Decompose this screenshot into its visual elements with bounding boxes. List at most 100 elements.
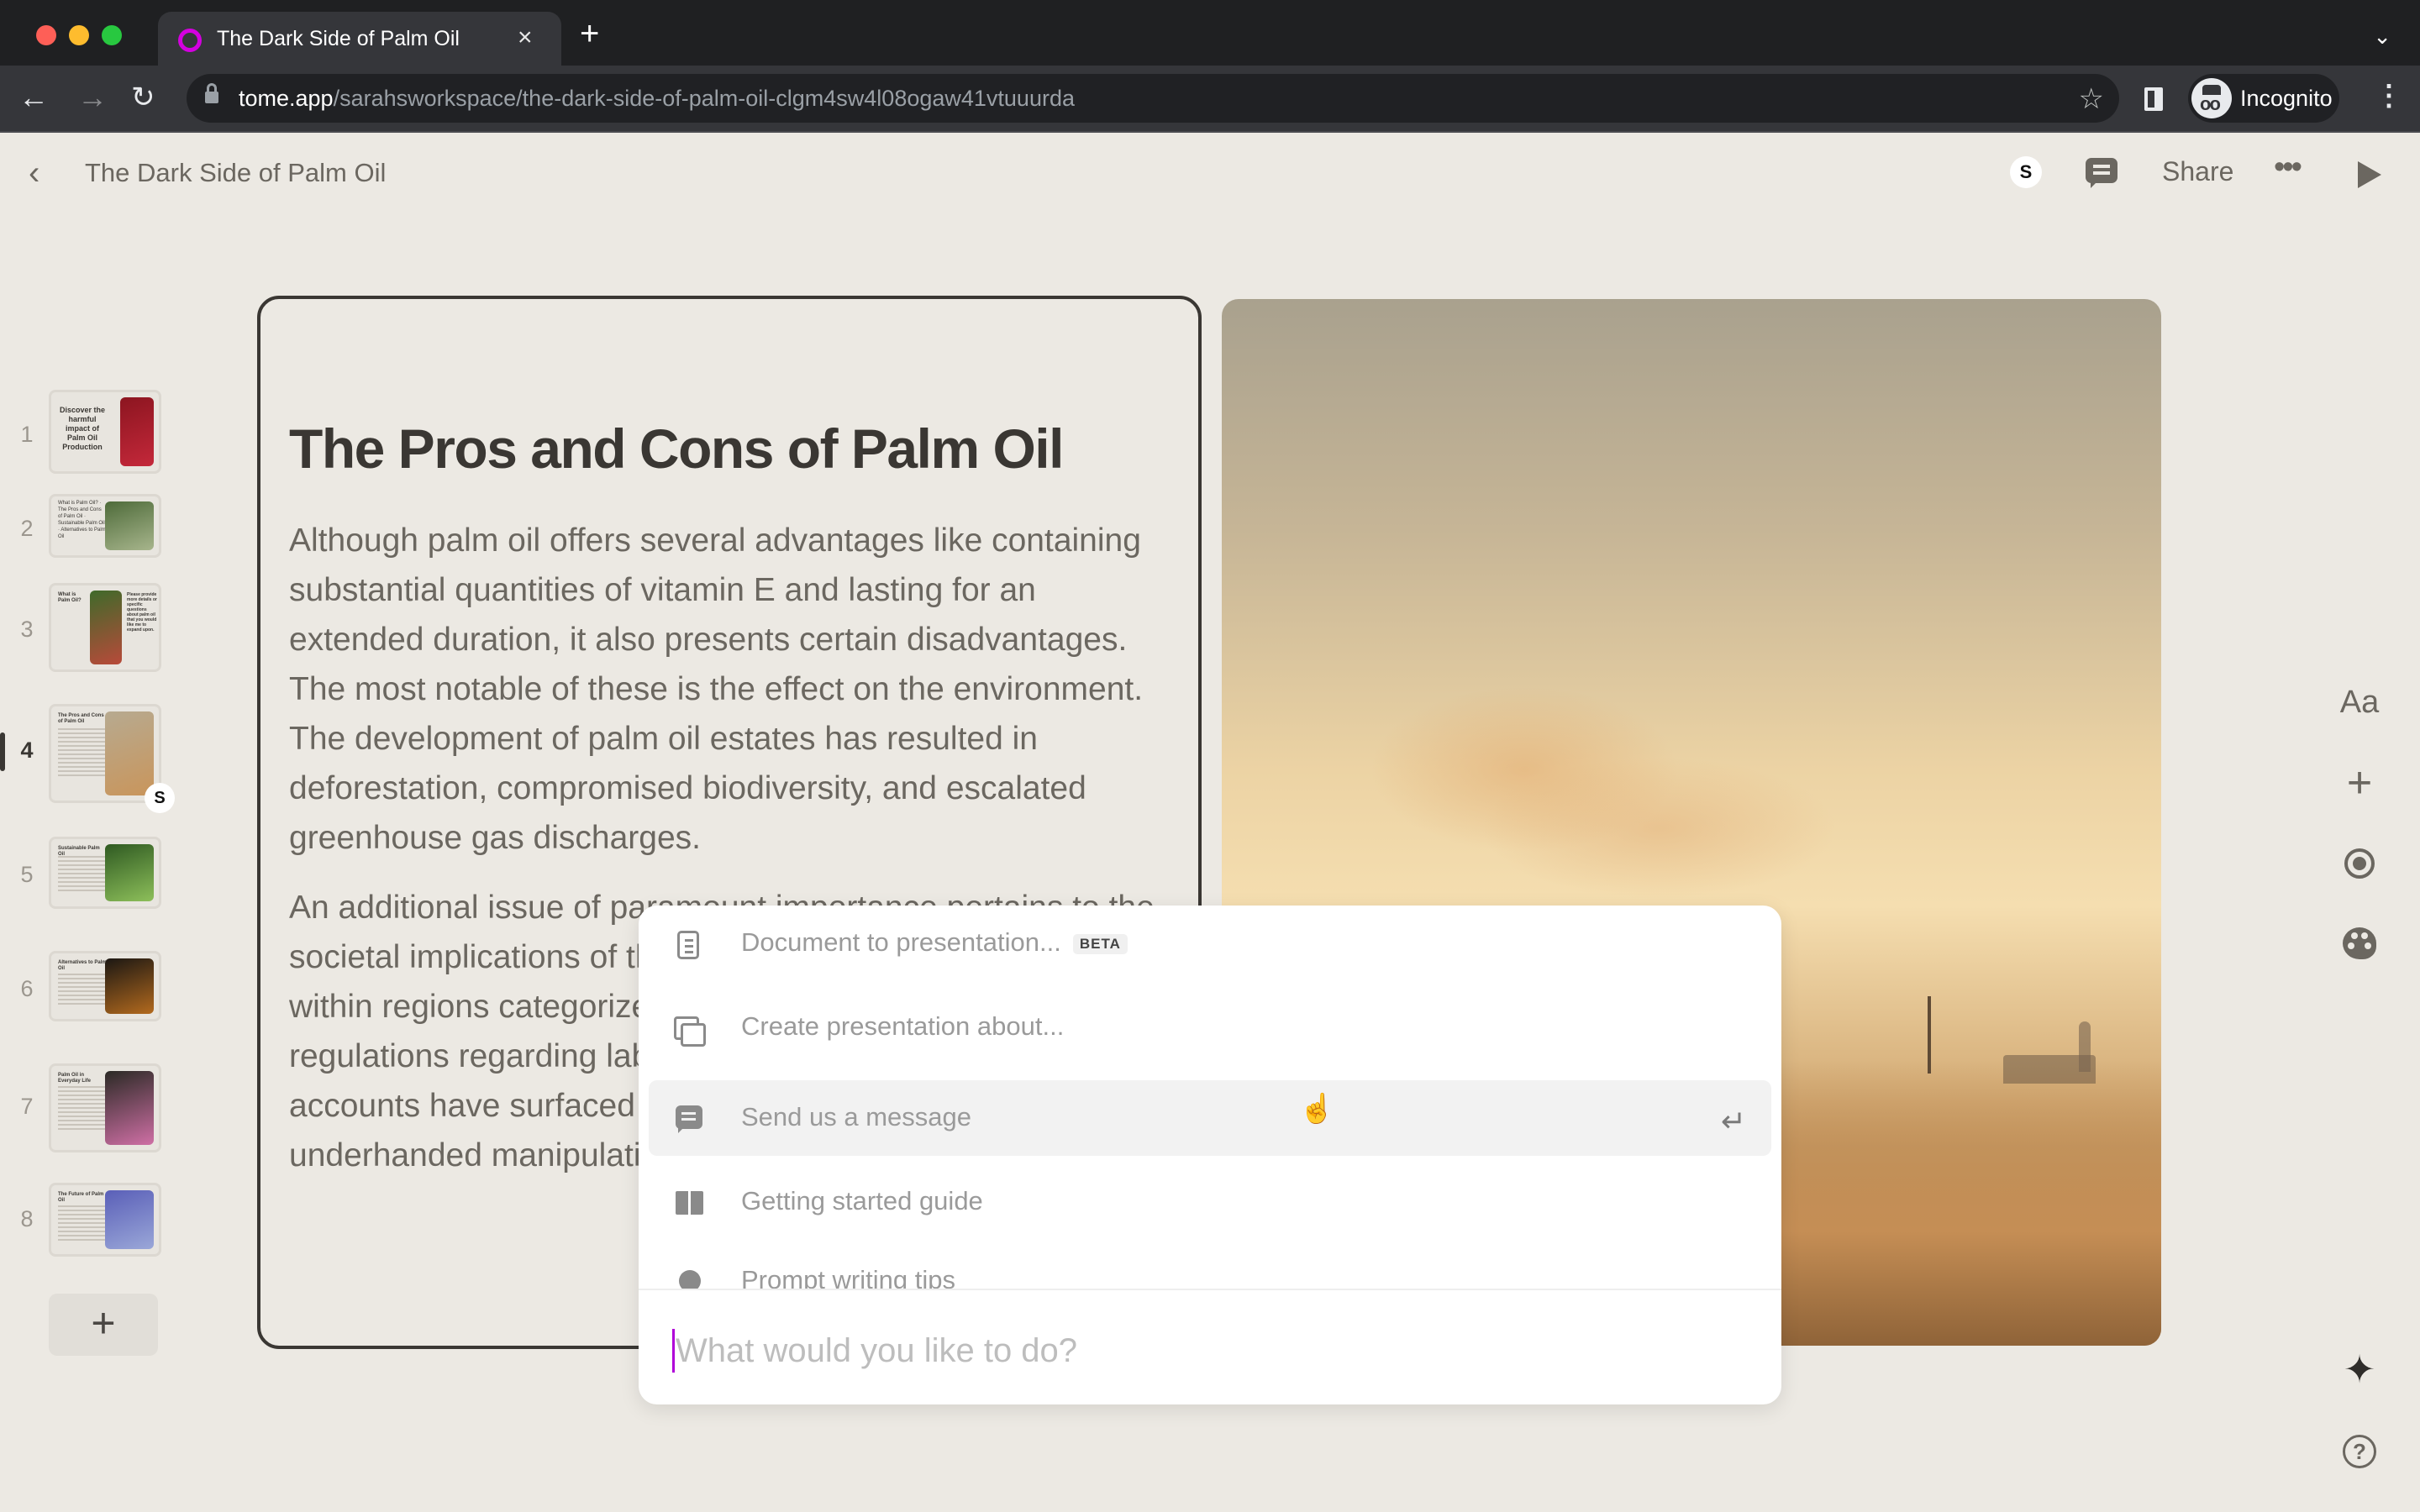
window-zoom-button[interactable] — [102, 25, 122, 45]
side-panel-icon[interactable] — [2144, 87, 2163, 111]
distant-spire — [2079, 1021, 2091, 1072]
incognito-icon — [2191, 78, 2232, 118]
active-slide-indicator — [0, 732, 5, 771]
close-tab-icon[interactable]: × — [518, 24, 533, 52]
book-icon — [676, 1191, 704, 1216]
thumbnail-image — [105, 958, 154, 1014]
command-getting-started[interactable]: Getting started guide — [649, 1164, 1771, 1240]
theme-palette-icon[interactable] — [2336, 921, 2383, 968]
lightbulb-icon — [679, 1270, 701, 1289]
tab-title: The Dark Side of Palm Oil — [217, 27, 460, 50]
command-prompt-tips[interactable]: Prompt writing tips — [649, 1248, 1771, 1289]
thumbnail-body-lines — [58, 856, 107, 894]
thumbnail-body-lines — [58, 728, 107, 779]
slide-title[interactable]: The Pros and Cons of Palm Oil — [289, 417, 1064, 480]
add-tile-icon[interactable]: + — [2336, 759, 2383, 806]
command-label: Prompt writing tips — [741, 1265, 955, 1289]
command-input-wrapper[interactable] — [672, 1326, 1748, 1376]
record-icon[interactable] — [2336, 840, 2383, 887]
command-document-to-presentation[interactable]: Document to presentation... BETA — [649, 906, 1771, 981]
url-text[interactable]: tome.app/sarahsworkspace/the-dark-side-o… — [239, 86, 1075, 112]
document-icon — [677, 931, 699, 959]
thumbnail-image — [105, 844, 154, 901]
tab-list-chevron-icon[interactable]: ⌄ — [2373, 24, 2391, 50]
address-bar[interactable]: tome.app/sarahsworkspace/the-dark-side-o… — [187, 74, 2119, 123]
lock-icon[interactable] — [205, 83, 218, 106]
browser-menu-icon[interactable]: ⋮ — [2375, 79, 2403, 113]
help-icon[interactable] — [2336, 1428, 2383, 1475]
thumbnail-title: The Pros and Cons of Palm Oil — [58, 713, 104, 724]
thumbnail-title: What is Palm Oil? — [58, 592, 82, 603]
url-path: /sarahsworkspace/the-dark-side-of-palm-o… — [333, 86, 1075, 111]
slide-thumbnail-preview[interactable]: Palm Oil in Everyday Life — [49, 1063, 161, 1152]
incognito-profile-button[interactable]: Incognito — [2188, 74, 2339, 123]
command-label: Send us a message — [741, 1102, 972, 1131]
back-chevron-icon[interactable]: ‹ — [29, 156, 62, 190]
browser-reload-button[interactable]: ↻ — [131, 81, 155, 114]
thumbnail-image — [105, 711, 154, 795]
add-slide-button[interactable]: + — [49, 1294, 158, 1356]
distant-tower — [1928, 996, 1931, 1074]
browser-forward-button[interactable]: → — [77, 81, 108, 114]
more-options-icon[interactable]: ••• — [2274, 151, 2302, 183]
share-button[interactable]: Share — [2162, 156, 2233, 187]
thumbnail-title: Palm Oil in Everyday Life — [58, 1073, 92, 1084]
browser-tab-active[interactable]: The Dark Side of Palm Oil × — [158, 12, 561, 66]
ai-sparkle-icon[interactable]: ✦ — [2336, 1346, 2383, 1393]
slide-number: 4 — [20, 738, 34, 763]
thumbnail-body-lines — [58, 1205, 107, 1243]
url-host: tome.app — [239, 86, 334, 111]
browser-tab-bar: The Dark Side of Palm Oil × + ⌄ — [0, 0, 2420, 66]
tome-favicon-icon — [178, 29, 202, 52]
message-icon — [676, 1105, 702, 1133]
pointer-hand-cursor: ☝ — [1299, 1093, 1335, 1125]
command-list[interactable]: Document to presentation... BETA Create p… — [639, 906, 1781, 1289]
window-close-button[interactable] — [36, 25, 56, 45]
command-send-message[interactable]: Send us a message ↵ — [649, 1080, 1771, 1156]
thumbnail-image — [105, 1071, 154, 1145]
collaborator-presence-avatar: S — [145, 783, 175, 813]
slide-thumbnail-preview[interactable]: What is Palm Oil? · The Pros and Cons of… — [49, 494, 161, 558]
bookmark-star-icon[interactable]: ☆ — [2079, 82, 2104, 116]
slide-thumbnail-preview[interactable]: Alternatives to Palm Oil — [49, 951, 161, 1021]
thumbnail-image — [105, 1190, 154, 1249]
slide-number: 7 — [20, 1094, 34, 1119]
text-style-button[interactable]: Aa — [2336, 679, 2383, 726]
command-label-text: Document to presentation... — [741, 927, 1061, 957]
browser-toolbar: ← → ↻ tome.app/sarahsworkspace/the-dark-… — [0, 66, 2420, 133]
command-label: Getting started guide — [741, 1186, 983, 1215]
slide-thumbnail-preview[interactable]: The Pros and Cons of Palm Oil — [49, 704, 161, 803]
window-minimize-button[interactable] — [69, 25, 89, 45]
thumbnail-image — [90, 591, 122, 664]
command-input[interactable] — [676, 1326, 1743, 1376]
slide-number: 2 — [20, 516, 34, 541]
enter-key-icon: ↵ — [1720, 1104, 1746, 1138]
browser-back-button[interactable]: ← — [18, 81, 49, 114]
collaborator-avatar[interactable]: S — [2010, 156, 2042, 188]
slide-number: 3 — [20, 617, 34, 642]
document-title[interactable]: The Dark Side of Palm Oil — [85, 158, 386, 188]
thumbnail-side-text: Please provide more details or specific … — [127, 592, 157, 633]
slide-paragraph-1[interactable]: Although palm oil offers several advanta… — [289, 516, 1180, 863]
command-label: Document to presentation... BETA — [741, 927, 1128, 958]
comments-icon[interactable] — [2086, 158, 2118, 188]
slide-number: 5 — [20, 862, 34, 887]
thumbnail-image — [120, 397, 154, 466]
thumbnail-body-lines — [58, 1086, 107, 1132]
thumbnail-title: Discover the harmful impact of Palm Oil … — [59, 406, 106, 451]
command-create-presentation[interactable]: Create presentation about... — [649, 990, 1771, 1065]
slide-thumbnail-preview[interactable]: Sustainable Palm Oil — [49, 837, 161, 909]
slide-thumbnail-preview[interactable]: The Future of Palm Oil — [49, 1183, 161, 1257]
slide-thumbnail-preview[interactable]: Discover the harmful impact of Palm Oil … — [49, 390, 161, 474]
thumbnail-title: Alternatives to Palm Oil — [58, 960, 107, 971]
incognito-label: Incognito — [2240, 86, 2333, 111]
slide-number: 8 — [20, 1206, 34, 1231]
slide-number: 1 — [20, 422, 34, 447]
divider — [639, 1289, 1781, 1290]
slide-thumbnail-preview[interactable]: What is Palm Oil? Please provide more de… — [49, 583, 161, 672]
new-tab-button[interactable]: + — [580, 17, 599, 50]
command-label: Create presentation about... — [741, 1011, 1065, 1041]
beta-badge: BETA — [1072, 933, 1128, 954]
present-play-icon[interactable] — [2358, 161, 2381, 188]
text-caret — [672, 1329, 675, 1373]
